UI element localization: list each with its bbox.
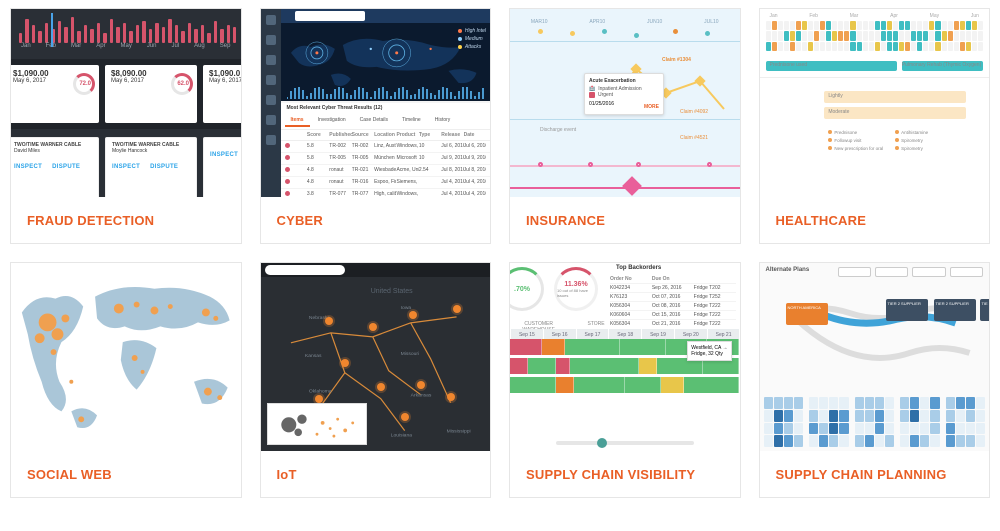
fraud-thumb: JanFebMarAprMayJunJulAugSep $1,090.00May… [11,9,241,197]
social-thumb [11,263,241,451]
cyber-search-field [295,11,365,21]
card-label: SUPPLY CHAIN PLANNING [760,451,990,497]
card-healthcare[interactable]: JanFebMarAprMayJun Prednisone used Pulmo… [759,8,991,244]
iot-thumb: United States NebraskaIowa KansasMissour… [261,263,491,451]
svg-text:Mississippi: Mississippi [446,429,470,435]
planning-node: NORTH AMERICA [786,303,828,325]
svg-text:Oklahoma: Oklahoma [308,389,331,395]
kpi-gauge: .70% [510,267,544,311]
card-label: INSURANCE [510,197,740,243]
card-label: SUPPLY CHAIN VISIBILITY [510,451,740,497]
svg-text:Arkansas: Arkansas [410,393,431,399]
card-insurance[interactable]: MAR10APR10JUN10JUL10 C [509,8,741,244]
cyber-world-map: High Intel Medium Attacks [281,23,491,101]
card-iot[interactable]: United States NebraskaIowa KansasMissour… [260,262,492,498]
planning-node: TIE [980,299,990,321]
healthcare-thumb: JanFebMarAprMayJun Prednisone used Pulmo… [760,9,990,197]
card-cyber[interactable]: High Intel Medium Attacks Most Relevant … [260,8,492,244]
card-label: IoT [261,451,491,497]
planning-thumb: Alternate Plans NORTH AMERICA TIER 2 SUP… [760,263,990,451]
svg-text:Kansas: Kansas [304,353,321,359]
insurance-popup: Acute Exacerbation 🏥Inpatient Admission … [584,73,664,115]
svg-text:Iowa: Iowa [400,305,411,311]
visibility-thumb: .70% 11.36% 10 out of 88 have issues Top… [510,263,740,451]
kpi-gauge-2: 11.36% 10 out of 88 have issues [554,267,598,311]
cyber-legend: High Intel Medium Attacks [458,27,486,51]
card-social-web[interactable]: SOCIAL WEB [10,262,242,498]
card-label: FRAUD DETECTION [11,197,241,243]
svg-text:Missouri: Missouri [400,351,419,357]
card-label: HEALTHCARE [760,197,990,243]
card-grid: JanFebMarAprMayJunJulAugSep $1,090.00May… [10,8,990,498]
timeline-slider [556,441,694,445]
iot-country-label: United States [370,288,412,295]
svg-text:Louisiana: Louisiana [390,433,412,439]
planning-node: TIER 2 SUPPLIER [934,299,976,321]
visibility-tooltip: Westfield, CA → Fridge, 32 Qty [687,341,731,361]
card-fraud-detection[interactable]: JanFebMarAprMayJunJulAugSep $1,090.00May… [10,8,242,244]
insurance-thumb: MAR10APR10JUN10JUL10 C [510,9,740,197]
cyber-thumb: High Intel Medium Attacks Most Relevant … [261,9,491,197]
cyber-sidebar [261,9,281,197]
card-supply-chain-visibility[interactable]: .70% 11.36% 10 out of 88 have issues Top… [509,262,741,498]
card-label: SOCIAL WEB [11,451,241,497]
planning-node: TIER 2 SUPPLIER [886,299,928,321]
card-supply-chain-planning[interactable]: Alternate Plans NORTH AMERICA TIER 2 SUP… [759,262,991,498]
iot-inset-map [267,403,367,445]
cyber-table: Most Relevant Cyber Threat Results (12) … [281,103,491,197]
card-label: CYBER [261,197,491,243]
